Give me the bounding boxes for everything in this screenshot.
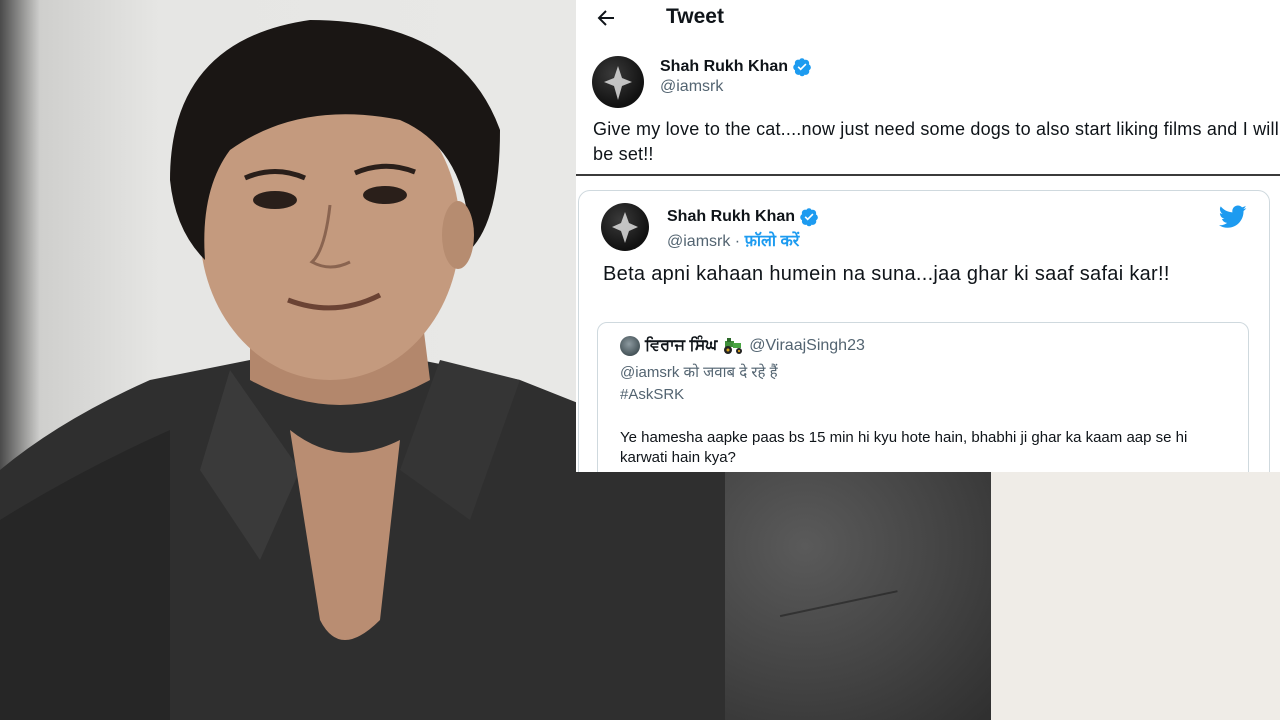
divider [576,174,1280,176]
arrow-left-icon[interactable] [594,6,618,30]
replying-to-text[interactable]: @iamsrk को जवाब दे रहे हैं [620,362,778,382]
tweet-topbar: Tweet [576,0,1280,40]
tweet-panel: Tweet Shah Rukh Khan @iamsrk Give my lov… [576,0,1280,472]
author-name-row[interactable]: Shah Rukh Khan [660,57,812,77]
embed-author-name[interactable]: Shah Rukh Khan [667,208,795,226]
quote-author-name[interactable]: ਵਿਰਾਜ ਸਿੰਘ [645,337,717,355]
page-title: Tweet [666,5,724,28]
shirt-fabric-crop [725,472,991,720]
twitter-bird-icon[interactable] [1219,205,1247,229]
follow-button[interactable]: फ़ॉलो करें [745,233,800,250]
verified-badge-icon [793,58,811,77]
quoted-tweet-text: Ye hamesha aapke paas bs 15 min hi kyu h… [620,429,1188,466]
quote-handle[interactable]: @ViraajSingh23 [749,337,865,355]
quote-avatar[interactable] [620,336,640,356]
verified-badge-icon [800,208,818,227]
author-name[interactable]: Shah Rukh Khan [660,58,788,76]
embedded-tweet-card[interactable]: Shah Rukh Khan @iamsrk · फ़ॉलो करें Beta… [578,190,1270,472]
tractor-emoji-icon [724,338,743,354]
avatar[interactable] [592,56,644,108]
separator: · [730,233,745,250]
embed-handle-row: @iamsrk · फ़ॉलो करें [667,229,799,251]
embed-tweet-text: Beta apni kahaan humein na suna...jaa gh… [603,263,1170,285]
tweet-text: Give my love to the cat....now just need… [593,119,1279,164]
quoted-tweet-card[interactable]: ਵਿਰਾਜ ਸਿੰਘ @ViraajSingh23 @iamsrk को जवा… [597,322,1249,472]
quote-header: ਵਿਰਾਜ ਸਿੰਘ @ViraajSingh23 [620,336,865,356]
hashtag-link[interactable]: #AskSRK [620,386,684,403]
embed-handle[interactable]: @iamsrk [667,233,730,250]
screenshot-stage: Tweet Shah Rukh Khan @iamsrk Give my lov… [0,0,1280,720]
embed-name-row[interactable]: Shah Rukh Khan [667,207,819,227]
author-handle[interactable]: @iamsrk [660,78,723,96]
embed-avatar[interactable] [601,203,649,251]
blank-area [991,472,1280,720]
